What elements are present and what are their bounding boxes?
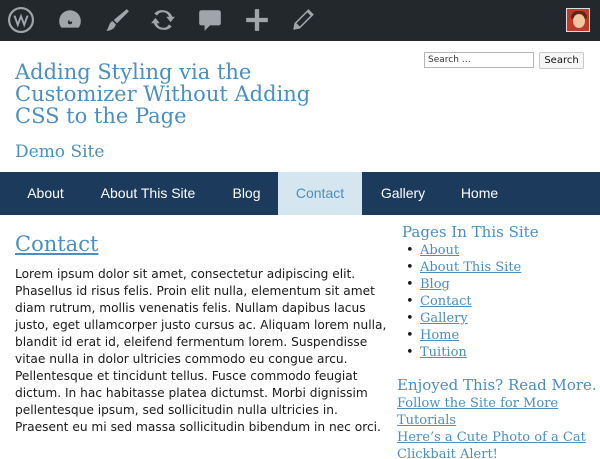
nav-item-home[interactable]: Home <box>444 172 515 215</box>
dashboard-icon[interactable] <box>56 6 84 34</box>
nav-item-about-this-site[interactable]: About This Site <box>81 172 215 215</box>
search-button[interactable]: Search <box>539 52 584 69</box>
customize-brush-icon[interactable] <box>103 6 131 34</box>
list-item: Here’s a Cute Photo of a Cat <box>397 429 597 446</box>
enjoy-links-list: Follow the Site for More Tutorials Here’… <box>397 395 597 459</box>
avatar[interactable] <box>566 8 590 32</box>
page-link-blog[interactable]: Blog <box>420 277 450 292</box>
page-link-about-this-site[interactable]: About This Site <box>420 260 521 275</box>
list-item: Clickbait Alert! <box>397 446 597 459</box>
list-item: About This Site <box>402 259 521 276</box>
link-cute-cat-photo[interactable]: Here’s a Cute Photo of a Cat <box>397 430 586 445</box>
link-clickbait[interactable]: Clickbait Alert! <box>397 447 498 459</box>
page-body-text: Lorem ipsum dolor sit amet, consectetur … <box>15 267 387 434</box>
nav-item-about[interactable]: About <box>10 172 81 215</box>
wordpress-icon[interactable] <box>7 6 35 34</box>
list-item: Follow the Site for More Tutorials <box>397 395 597 429</box>
primary-nav: About About This Site Blog Contact Galle… <box>0 172 600 215</box>
page-link-contact[interactable]: Contact <box>420 294 472 309</box>
pages-widget-title: Pages In This Site <box>402 223 539 241</box>
avatar-face <box>573 14 585 28</box>
edit-icon[interactable] <box>289 6 317 34</box>
page-title[interactable]: Contact <box>15 232 98 256</box>
updates-icon[interactable] <box>149 6 177 34</box>
page-link-about[interactable]: About <box>420 243 459 258</box>
page-link-gallery[interactable]: Gallery <box>420 311 468 326</box>
page-link-home[interactable]: Home <box>420 328 459 343</box>
list-item: About <box>402 242 521 259</box>
admin-bar <box>0 0 600 41</box>
link-follow-site[interactable]: Follow the Site for More Tutorials <box>397 396 558 428</box>
site-description: Demo Site <box>15 142 105 162</box>
list-item: Gallery <box>402 310 521 327</box>
search-input[interactable] <box>424 52 534 68</box>
comments-icon[interactable] <box>196 6 224 34</box>
nav-item-contact[interactable]: Contact <box>278 172 362 215</box>
list-item: Blog <box>402 276 521 293</box>
site-title[interactable]: Adding Styling via the Customizer Withou… <box>15 61 315 127</box>
list-item: Contact <box>402 293 521 310</box>
page-link-tuition[interactable]: Tuition <box>420 345 467 360</box>
nav-item-blog[interactable]: Blog <box>215 172 278 215</box>
list-item: Home <box>402 327 521 344</box>
enjoy-widget-title: Enjoyed This? Read More. <box>397 376 597 394</box>
pages-list: About About This Site Blog Contact Galle… <box>402 242 521 361</box>
list-item: Tuition <box>402 344 521 361</box>
new-content-icon[interactable] <box>243 6 271 34</box>
nav-item-gallery[interactable]: Gallery <box>362 172 444 215</box>
